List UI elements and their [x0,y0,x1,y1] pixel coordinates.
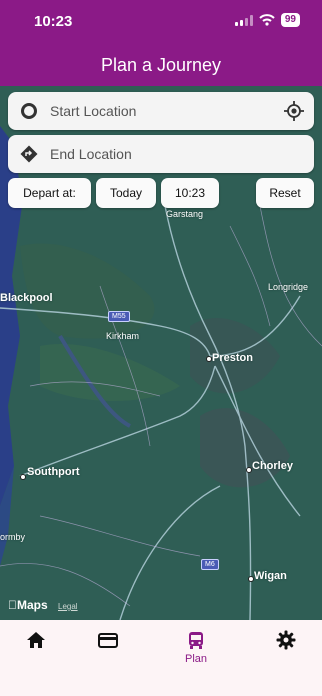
tab-settings[interactable] [256,630,316,676]
legal-link[interactable]: Legal [58,602,78,611]
maps-attribution: Maps [8,598,48,612]
date-button[interactable]: Today [96,178,156,208]
directions-icon [18,143,40,165]
place-label: Preston [212,352,253,364]
tab-home[interactable] [6,630,66,676]
bus-icon [189,632,203,649]
end-location-field[interactable]: End Location [8,135,314,173]
start-location-icon [18,100,40,122]
depart-at-button[interactable]: Depart at: [8,178,91,208]
end-location-label: End Location [50,146,132,162]
tab-plan[interactable]: Plan [166,630,226,676]
place-label: ormby [0,532,26,542]
place-label: Blackpool [0,292,53,304]
road-shield-m55: M55 [108,311,130,322]
place-label: Chorley [252,460,293,472]
page-title: Plan a Journey [100,54,222,75]
place-label: Kirkham [106,331,140,341]
start-location-field[interactable]: Start Location [8,92,314,130]
place-label: Wigan [254,570,287,582]
header: Plan a Journey [0,44,322,86]
place-label: Longridge [268,282,309,292]
reset-button[interactable]: Reset [256,178,314,208]
home-icon [27,632,45,648]
tab-payment[interactable] [78,630,138,676]
start-location-label: Start Location [50,103,137,119]
credit-card-icon [98,633,118,648]
battery-icon: 99 [280,13,300,27]
road-shield-m6: M6 [201,559,219,570]
place-label: Southport [27,466,80,478]
status-icons: 99 [234,13,300,27]
status-time: 10:23 [34,13,73,30]
wifi-icon [259,14,275,26]
place-label: Garstang [166,209,204,219]
map-marker-dot [20,474,26,480]
status-bar: 10:23 99 [0,0,322,44]
time-button[interactable]: 10:23 [161,178,219,208]
apple-logo-icon:  [8,598,17,612]
tab-bar: Plan [0,620,322,696]
current-location-icon[interactable] [284,101,304,121]
signal-icon [234,14,253,26]
tab-plan-label: Plan [184,653,208,665]
gear-icon [276,630,296,650]
